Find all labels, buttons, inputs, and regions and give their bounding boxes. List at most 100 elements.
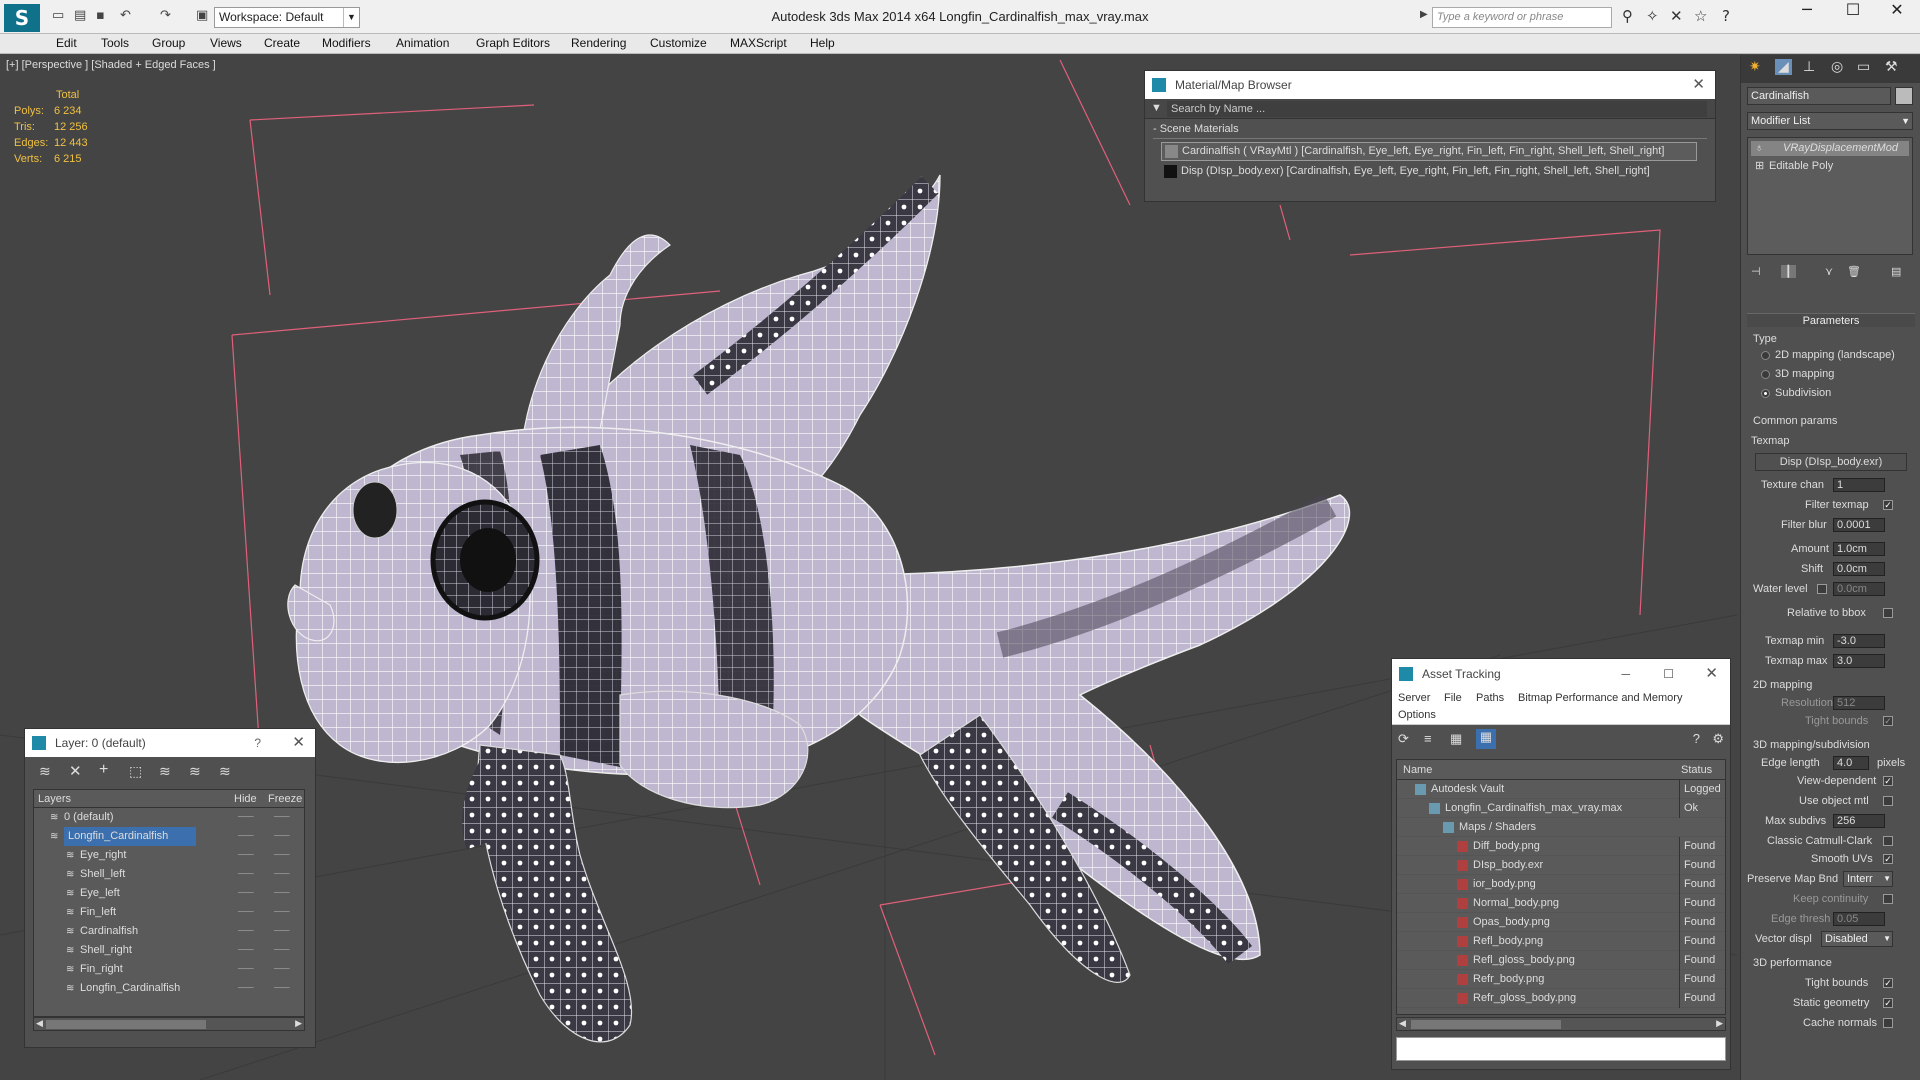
- expand-icon[interactable]: ⊞: [1755, 159, 1764, 174]
- asset-row[interactable]: Longfin_Cardinalfish_max_vray.max Ok: [1397, 799, 1725, 818]
- close-icon[interactable]: ✕: [292, 729, 305, 757]
- minimize-button[interactable]: ─: [1784, 0, 1830, 30]
- preserve-map-dropdown[interactable]: Interr ▼: [1843, 871, 1893, 887]
- layer-row[interactable]: ≋ Longfin_Cardinalfish ── ──: [34, 979, 306, 998]
- utilities-tab-icon[interactable]: ⚒: [1885, 59, 1898, 75]
- column-status[interactable]: Status: [1681, 764, 1712, 776]
- column-hide[interactable]: Hide: [234, 793, 257, 805]
- asset-row[interactable]: Refr_body.png Found: [1397, 970, 1725, 989]
- remove-modifier-icon[interactable]: 🗑: [1847, 265, 1861, 278]
- lightbulb-icon[interactable]: ♁: [1755, 141, 1763, 156]
- menu-group[interactable]: Group: [152, 36, 185, 50]
- pin-stack-icon[interactable]: ⊣: [1751, 265, 1761, 278]
- asset-row[interactable]: DIsp_body.exr Found: [1397, 856, 1725, 875]
- help-icon[interactable]: ?: [1722, 7, 1730, 25]
- menu-graph-editors[interactable]: Graph Editors: [476, 36, 550, 50]
- use-object-mtl-checkbox[interactable]: [1883, 796, 1893, 806]
- select-objects-icon[interactable]: ⬚: [129, 763, 142, 780]
- relative-bbox-checkbox[interactable]: [1883, 608, 1893, 618]
- asset-row[interactable]: Refl_body.png Found: [1397, 932, 1725, 951]
- asset-row[interactable]: Autodesk Vault Logged: [1397, 780, 1725, 799]
- material-search-input[interactable]: Search by Name ...: [1167, 101, 1707, 117]
- texmap-min-spinner[interactable]: -3.0: [1833, 634, 1885, 648]
- menu-maxscript[interactable]: MAXScript: [730, 36, 787, 50]
- subscription-icon[interactable]: ✧: [1646, 7, 1659, 25]
- asset-row[interactable]: Diff_body.png Found: [1397, 837, 1725, 856]
- layer-row[interactable]: ≋ Shell_left ── ──: [34, 865, 306, 884]
- tight-bounds-2d-checkbox[interactable]: ✓: [1883, 716, 1893, 726]
- refresh-icon[interactable]: ⟳: [1398, 731, 1409, 747]
- layer-row[interactable]: ≋ Cardinalfish ── ──: [34, 922, 306, 941]
- communication-icon[interactable]: ✕: [1670, 7, 1683, 25]
- undo-icon[interactable]: ↶: [120, 8, 131, 23]
- max-subdivs-spinner[interactable]: 256: [1833, 814, 1885, 828]
- hierarchy-tab-icon[interactable]: ⊥: [1803, 59, 1815, 75]
- search-options-icon[interactable]: ▼: [1151, 102, 1162, 114]
- freeze-toggle[interactable]: ──: [274, 941, 290, 960]
- menu-help[interactable]: Help: [810, 36, 835, 50]
- thumbnail-view-icon[interactable]: ▦: [1450, 731, 1462, 747]
- view-dependent-checkbox[interactable]: ✓: [1883, 776, 1893, 786]
- asset-menu-paths[interactable]: Paths: [1476, 692, 1504, 704]
- maximize-button[interactable]: ☐: [1830, 0, 1876, 30]
- texmap-button[interactable]: Disp (DIsp_body.exr): [1755, 453, 1907, 471]
- modify-tab-icon[interactable]: ◢: [1775, 59, 1792, 75]
- scroll-thumb[interactable]: [1411, 1020, 1561, 1029]
- new-file-icon[interactable]: ▭: [52, 8, 64, 23]
- table-view-icon[interactable]: ▦: [1476, 729, 1496, 749]
- app-logo-icon[interactable]: S: [4, 4, 40, 32]
- hide-toggle[interactable]: ──: [238, 922, 254, 941]
- close-icon[interactable]: ✕: [1705, 659, 1718, 689]
- maximize-icon[interactable]: ☐: [1663, 659, 1674, 689]
- hide-toggle[interactable]: ──: [238, 865, 254, 884]
- radio-subdivision[interactable]: [1761, 389, 1770, 398]
- radio-2d-mapping[interactable]: [1761, 351, 1770, 360]
- asset-row[interactable]: Opas_body.png Found: [1397, 913, 1725, 932]
- redo-icon[interactable]: ↷: [160, 8, 171, 23]
- hide-toggle[interactable]: ──: [238, 827, 254, 846]
- amount-spinner[interactable]: 1.0cm: [1833, 542, 1885, 556]
- save-icon[interactable]: ▪: [96, 8, 105, 23]
- scroll-thumb[interactable]: [46, 1020, 206, 1029]
- freeze-toggle[interactable]: ──: [274, 884, 290, 903]
- asset-menu-bitmap[interactable]: Bitmap Performance and Memory: [1518, 692, 1682, 704]
- object-name-field[interactable]: Cardinalfish: [1747, 87, 1891, 105]
- layer-row[interactable]: ≋ Shell_right ── ──: [34, 941, 306, 960]
- asset-menu-file[interactable]: File: [1444, 692, 1462, 704]
- highlight-layer-icon[interactable]: ≋: [159, 763, 171, 780]
- asset-row[interactable]: ior_body.png Found: [1397, 875, 1725, 894]
- texmap-max-spinner[interactable]: 3.0: [1833, 654, 1885, 668]
- menu-views[interactable]: Views: [210, 36, 242, 50]
- freeze-toggle[interactable]: ──: [274, 846, 290, 865]
- asset-tracking-titlebar[interactable]: Asset Tracking ─ ☐ ✕: [1392, 659, 1730, 689]
- stack-item-vraydisplacement[interactable]: ♁ VRayDisplacementMod: [1751, 141, 1909, 156]
- modifier-list-dropdown[interactable]: Modifier List ▼: [1747, 112, 1913, 130]
- keep-continuity-checkbox[interactable]: [1883, 894, 1893, 904]
- project-folder-icon[interactable]: ▣: [196, 8, 208, 23]
- add-to-layer-icon[interactable]: +: [99, 761, 108, 779]
- help-icon[interactable]: ?: [1693, 731, 1700, 746]
- tight-bounds-perf-checkbox[interactable]: ✓: [1883, 978, 1893, 988]
- hide-toggle[interactable]: ──: [238, 979, 254, 998]
- menu-tools[interactable]: Tools: [101, 36, 129, 50]
- texture-chan-spinner[interactable]: 1: [1833, 478, 1885, 492]
- minimize-icon[interactable]: ─: [1621, 659, 1630, 689]
- hide-toggle[interactable]: ──: [238, 884, 254, 903]
- make-unique-icon[interactable]: ⋎: [1825, 265, 1833, 278]
- layer-manager-titlebar[interactable]: Layer: 0 (default) ? ✕: [25, 729, 315, 757]
- menu-modifiers[interactable]: Modifiers: [322, 36, 371, 50]
- parameters-rollout[interactable]: Parameters: [1747, 313, 1915, 327]
- layer-row[interactable]: ≋ Fin_right ── ──: [34, 960, 306, 979]
- close-button[interactable]: ✕: [1874, 0, 1920, 30]
- open-file-icon[interactable]: ▤: [74, 8, 86, 23]
- asset-row[interactable]: Normal_body.png Found: [1397, 894, 1725, 913]
- search-input[interactable]: Type a keyword or phrase: [1432, 7, 1612, 28]
- asset-hscrollbar[interactable]: ◀ ▶: [1396, 1017, 1726, 1031]
- radio-3d-mapping[interactable]: [1761, 370, 1770, 379]
- edge-thresh-spinner[interactable]: 0.05: [1833, 912, 1885, 926]
- asset-menu-options[interactable]: Options: [1398, 709, 1436, 721]
- static-geometry-checkbox[interactable]: ✓: [1883, 998, 1893, 1008]
- freeze-all-icon[interactable]: ≋: [219, 763, 231, 780]
- asset-row[interactable]: Refr_gloss_body.png Found: [1397, 989, 1725, 1008]
- delete-layer-icon[interactable]: ✕: [69, 762, 82, 780]
